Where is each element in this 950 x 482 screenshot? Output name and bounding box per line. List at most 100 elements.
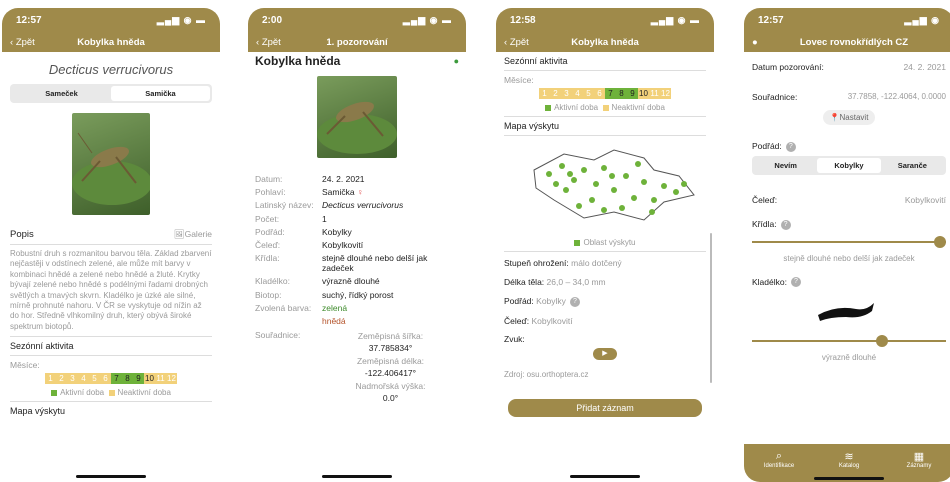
slider-knob[interactable] [934, 235, 946, 248]
month-cell: 5 [89, 373, 100, 385]
tab-identification[interactable]: ⌕ Identifikace [744, 444, 814, 482]
female-icon: ♀ [356, 187, 364, 198]
ovipositor-slider[interactable] [752, 335, 946, 348]
row-value: 24. 2. 2021 [322, 174, 365, 184]
add-record-button[interactable]: Přidat záznam [508, 398, 702, 417]
back-button[interactable]: ‹ Zpět [10, 37, 35, 48]
set-location-button[interactable]: 📍Nastavit [823, 110, 875, 125]
row-label: Křídla: [255, 253, 280, 264]
back-label: Zpět [261, 36, 281, 48]
person-icon[interactable]: ● [752, 37, 758, 48]
month-cell: 11 [155, 373, 166, 385]
row-label: Datum: [255, 174, 283, 184]
info-length: Délka těla: 26,0 – 34,0 mm [504, 277, 706, 287]
back-label: Zpět [15, 36, 35, 48]
back-button[interactable]: ‹ Zpět [504, 37, 529, 48]
species-photo [72, 113, 150, 215]
month-cell: 1 [45, 373, 56, 385]
row-value: 1 [322, 213, 327, 224]
info-value: Kobylky [536, 296, 566, 306]
longitude-label: Zeměpisná délka: [356, 355, 425, 366]
month-cell: 1 [539, 88, 550, 99]
help-icon[interactable]: ? [785, 141, 796, 152]
help-icon[interactable]: ? [569, 296, 580, 307]
segment-female[interactable]: Samička [111, 86, 210, 101]
wings-heading: Křídla:? [752, 219, 946, 230]
months-bar: 1 2 3 4 5 6 7 8 9 10 11 12 [504, 88, 706, 99]
grasshopper-icon: ≋ [844, 451, 854, 463]
info-threat: Stupeň ohrožení: málo dotčený [504, 258, 706, 268]
row-value: suchý, řídký porost [322, 289, 394, 300]
legend-area: Oblast výskytu [583, 238, 636, 247]
row-label: Biotop: [255, 289, 282, 300]
row-label: Pohlaví: [255, 187, 286, 198]
person-icon[interactable]: ● [454, 56, 459, 66]
help-icon[interactable]: ? [790, 277, 801, 288]
segment-unknown[interactable]: Nevím [754, 158, 817, 173]
set-location-label: Nastavit [839, 113, 869, 122]
longitude-value: -122.406417° [364, 368, 417, 379]
date-value[interactable]: 24. 2. 2021 [903, 62, 946, 72]
month-cell: 7 [605, 88, 616, 99]
tab-label: Záznamy [906, 463, 932, 469]
play-icon: ▶ [602, 349, 608, 357]
info-label: Čeleď: [504, 315, 530, 326]
scrollbar[interactable] [710, 233, 712, 383]
latitude-value: 37.785834° [368, 343, 413, 354]
family-value: Kobylkovití [904, 194, 946, 205]
color-brown: hnědá [322, 315, 346, 326]
segment-sarance[interactable]: Saranče [881, 158, 944, 173]
row-latin: Latinský název: Decticus verrucivorus [255, 200, 459, 210]
month-cell: 11 [649, 88, 660, 99]
help-icon[interactable]: ? [780, 219, 791, 230]
month-cell: 2 [56, 373, 67, 385]
month-cell: 3 [561, 88, 572, 99]
signal-battery-icon: ▂▄▆ ◉ ▬ [650, 14, 700, 25]
suborder-segmented-control: Nevím Kobylky Saranče [752, 155, 946, 175]
row-value: Decticus verrucivorus [322, 200, 404, 211]
status-bar: 12:57 ▂▄▆ ◉ ▬ [2, 8, 220, 32]
map-heading: Mapa výskytu [504, 121, 560, 131]
status-bar: 12:58 ▂▄▆ ◉ ▬ [496, 8, 714, 32]
slider-knob[interactable] [876, 335, 888, 348]
wings-slider[interactable] [752, 235, 946, 248]
screen-identification: 12:57 ▂▄▆ ◉ ● Lovec rovnokřídlých CZ Dat… [744, 8, 950, 482]
legend-inactive: Neaktivní doba [117, 388, 171, 398]
signal-battery-icon: ▂▄▆ ◉ ▬ [156, 14, 206, 25]
inactive-swatch [602, 104, 609, 111]
back-button[interactable]: ‹ Zpět [256, 37, 281, 48]
row-label: Čeleď: [255, 239, 281, 250]
altitude-value: 0.0° [382, 393, 399, 404]
play-button[interactable]: ▶ [593, 347, 617, 360]
segment-kobylky[interactable]: Kobylky [817, 157, 881, 173]
row-value: Kobylky [322, 226, 352, 237]
color-green: zelená [322, 302, 348, 313]
nav-bar: ‹ Zpět 1. pozorování [248, 32, 466, 52]
month-cell: 12 [166, 373, 177, 385]
species-name: Kobylka hněda [255, 54, 341, 68]
tab-records[interactable]: ▦ Záznamy [884, 444, 950, 482]
segment-male[interactable]: Sameček [12, 86, 111, 101]
coordinates-row: Souřadnice: 37.7858, -122.4064, 0.0000 [752, 92, 946, 102]
inactive-swatch [108, 390, 115, 397]
gallery-link[interactable]: 🖼Galerie [174, 229, 212, 240]
row-suborder: Podřád: Kobylky [255, 227, 459, 237]
family-row[interactable]: Čeleď: Kobylkovití [752, 195, 946, 205]
sex-segmented-control: Sameček Samička [10, 84, 212, 103]
search-icon: ⌕ [775, 450, 783, 462]
status-time: 2:00 [262, 14, 283, 26]
season-legend: Aktivní doba Neaktivní doba [504, 103, 706, 112]
status-time: 12:57 [758, 14, 784, 26]
latin-name: Decticus verrucivorus [48, 62, 174, 77]
row-value: Kobylkovití [322, 239, 364, 250]
legend-active: Aktivní doba [60, 388, 105, 398]
month-cell: 12 [660, 88, 671, 99]
signal-battery-icon: ▂▄▆ ◉ [904, 14, 940, 25]
date-row: Datum pozorování: 24. 2. 2021 [752, 62, 946, 72]
ovipositor-value: výrazně dlouhé [821, 353, 877, 363]
grasshopper-image [72, 132, 150, 205]
row-sex: Pohlaví: Samička ♀ [255, 187, 459, 197]
coordinates-label: Souřadnice: [752, 92, 798, 102]
wings-value: stejně dlouhé nebo delší jak zadeček [783, 253, 915, 263]
active-swatch [545, 104, 552, 111]
